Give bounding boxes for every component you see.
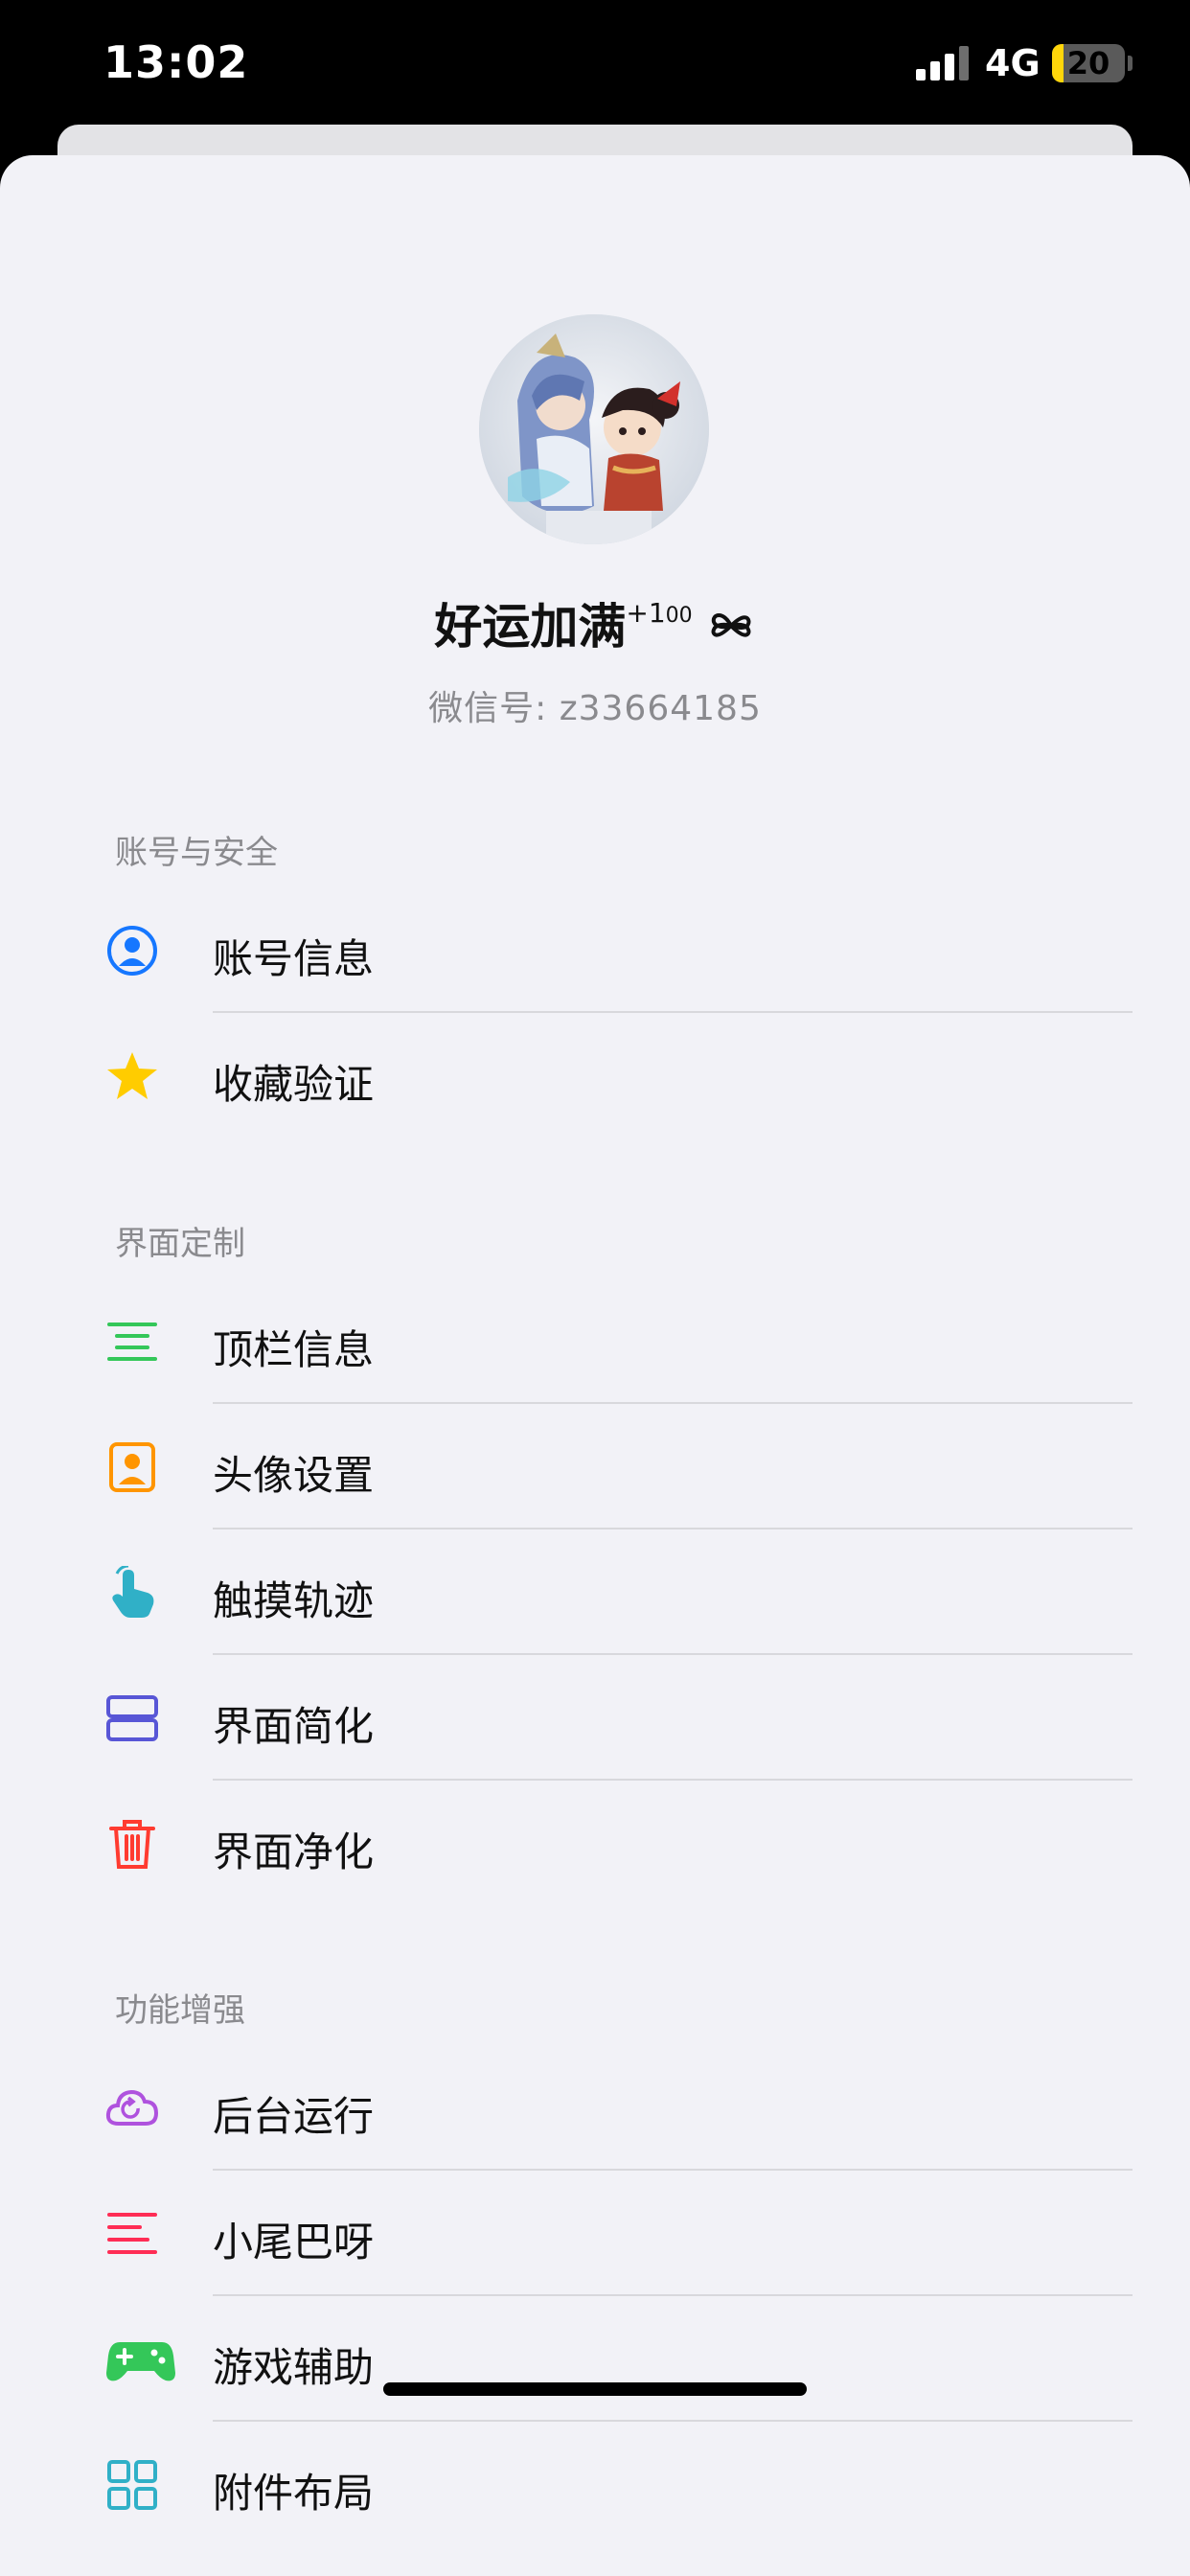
row-label: 附件布局	[213, 2470, 375, 2517]
row-label: 账号信息	[213, 935, 375, 982]
row-label: 界面净化	[213, 1828, 375, 1875]
divider	[213, 1528, 1133, 1530]
touch-icon	[112, 1566, 154, 1618]
section-title-feature-enhance: 功能增强	[115, 1991, 245, 2030]
battery-icon: 20	[1052, 44, 1125, 82]
wechat-id: 微信号: z33664185	[428, 689, 762, 728]
divider	[213, 1011, 1133, 1013]
row-interface-purify[interactable]: 界面净化	[0, 1782, 1190, 1906]
status-time: 13:02	[103, 36, 249, 88]
row-label: 后台运行	[213, 2093, 375, 2140]
star-icon	[107, 1052, 157, 1099]
row-touch-trail[interactable]: 触摸轨迹	[0, 1530, 1190, 1655]
battery-tip	[1128, 56, 1133, 71]
status-bar: 13:02 4G 20	[0, 0, 1190, 125]
lines-icon	[107, 1322, 157, 1361]
row-attachment-layout[interactable]: 附件布局	[0, 2423, 1190, 2547]
row-label: 顶栏信息	[213, 1326, 375, 1373]
cellular-signal-icon	[916, 46, 969, 80]
cloud-refresh-icon	[105, 2089, 159, 2126]
home-indicator[interactable]	[383, 2382, 807, 2396]
row-little-tail[interactable]: 小尾巴呀	[0, 2172, 1190, 2296]
avatar-image	[479, 314, 709, 544]
avatar[interactable]	[479, 314, 709, 544]
divider	[213, 1653, 1133, 1655]
settings-sheet: 好运加满+100 微信号: z33664185 账号与安全 账号信息 收藏验证 …	[0, 155, 1190, 2576]
user-circle-icon	[107, 926, 157, 976]
row-label: 头像设置	[213, 1452, 375, 1499]
nickname-sup-part1: +1	[626, 597, 666, 629]
nickname: 好运加满+100	[0, 588, 1190, 657]
row-background-run[interactable]: 后台运行	[0, 2046, 1190, 2171]
row-label: 游戏辅助	[213, 2344, 375, 2391]
row-label: 小尾巴呀	[213, 2219, 375, 2266]
divider	[213, 1779, 1133, 1781]
gamepad-icon	[106, 2342, 175, 2381]
divider	[213, 2420, 1133, 2422]
row-label: 触摸轨迹	[213, 1577, 375, 1624]
row-interface-simplify[interactable]: 界面简化	[0, 1656, 1190, 1781]
nickname-text: 好运加满	[434, 599, 627, 655]
trash-icon	[109, 1820, 155, 1869]
nickname-sup-part2: 00	[665, 604, 693, 628]
row-avatar-settings[interactable]: 头像设置	[0, 1405, 1190, 1530]
section-title-account-security: 账号与安全	[115, 834, 278, 872]
row-top-bar-info[interactable]: 顶栏信息	[0, 1279, 1190, 1404]
grid-icon	[107, 2460, 157, 2510]
section-title-interface-custom: 界面定制	[115, 1225, 245, 1263]
row-account-info[interactable]: 账号信息	[0, 888, 1190, 1013]
row-favorite-verify[interactable]: 收藏验证	[0, 1014, 1190, 1138]
divider	[213, 2294, 1133, 2296]
row-game-assist[interactable]: 游戏辅助	[0, 2297, 1190, 2422]
layout-rows-icon	[106, 1695, 158, 1741]
network-type: 4G	[985, 42, 1041, 84]
portrait-icon	[109, 1442, 155, 1492]
row-label: 收藏验证	[213, 1061, 375, 1108]
clover-icon	[711, 613, 751, 637]
text-lines-icon	[107, 2213, 157, 2254]
battery-level: 20	[1066, 45, 1110, 81]
row-label: 界面简化	[213, 1703, 375, 1750]
divider	[213, 2169, 1133, 2171]
divider	[213, 1402, 1133, 1404]
nickname-sup: +100	[626, 597, 692, 629]
